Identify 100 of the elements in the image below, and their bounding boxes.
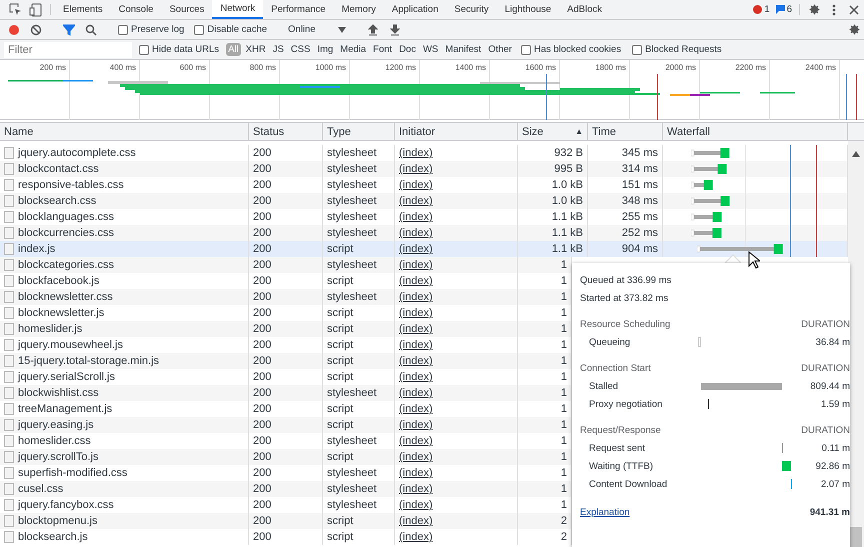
initiator-link[interactable]: (index)	[399, 355, 433, 367]
filter-field[interactable]: Filter	[4, 42, 132, 58]
time-value: 252 ms	[622, 227, 658, 239]
type-filter[interactable]: Media	[338, 43, 368, 56]
initiator-link[interactable]: (index)	[399, 387, 433, 399]
panel-tab[interactable]: Memory	[334, 0, 384, 19]
waterfall-bar	[691, 180, 716, 190]
initiator-link[interactable]: (index)	[399, 259, 433, 271]
panel-tab[interactable]: Console	[110, 0, 162, 19]
caret-icon[interactable]	[338, 26, 346, 32]
resource-type: stylesheet	[327, 195, 377, 207]
request-row[interactable]: blockcategories.css 200 stylesheet (index) 1	[0, 257, 572, 273]
error-icon[interactable]	[753, 5, 762, 14]
blocked-cookies-checkbox[interactable]: Has blocked cookies	[516, 44, 626, 55]
scroll-thumb[interactable]	[850, 527, 862, 547]
request-row[interactable]: jquery.easing.js 200 script (index) 1	[0, 417, 572, 433]
request-row[interactable]: index.js 200 script (index) 1.1 kB 904 ms	[0, 241, 848, 257]
type-filter[interactable]: CSS	[288, 43, 312, 56]
initiator-link[interactable]: (index)	[399, 499, 433, 511]
hide-data-urls-checkbox[interactable]: Hide data URLs	[135, 44, 224, 55]
initiator-link[interactable]: (index)	[399, 195, 433, 207]
initiator-link[interactable]: (index)	[399, 451, 433, 463]
error-count[interactable]: 1	[764, 4, 770, 15]
blocked-requests-checkbox[interactable]: Blocked Requests	[628, 44, 726, 55]
resource-type: script	[327, 419, 354, 431]
column-header[interactable]: Time	[592, 126, 616, 138]
type-filter[interactable]: WS	[420, 43, 440, 56]
request-row[interactable]: blockcurrencies.css 200 stylesheet (index) 1.1 kB 252 ms	[0, 225, 848, 241]
initiator-link[interactable]: (index)	[399, 515, 433, 527]
request-row[interactable]: cusel.css 200 stylesheet (index) 1	[0, 481, 572, 497]
column-header[interactable]: Status	[253, 126, 284, 138]
size-value: 1	[560, 339, 567, 351]
type-filter[interactable]: XHR	[244, 43, 268, 56]
panel-tab[interactable]: AdBlock	[559, 0, 610, 19]
request-row[interactable]: blocktopmenu.js 200 script (index) 2	[0, 513, 572, 529]
column-header[interactable]: Size	[522, 126, 544, 138]
request-row[interactable]: homeslider.js 200 script (index) 1	[0, 321, 572, 337]
resource-type: stylesheet	[327, 291, 377, 303]
sort-icon: ▲	[575, 127, 583, 136]
started-time: Started at 373.82 ms	[580, 292, 670, 306]
initiator-link[interactable]: (index)	[399, 307, 433, 319]
message-icon[interactable]	[776, 5, 785, 14]
disable-cache-checkbox[interactable]: Disable cache	[190, 24, 272, 35]
initiator-link[interactable]: (index)	[399, 339, 433, 351]
panel-tab[interactable]: Network	[212, 0, 264, 19]
message-count[interactable]: 6	[786, 4, 792, 15]
scrollbar[interactable]	[848, 141, 864, 547]
time-tick: 1600 ms	[525, 62, 557, 72]
panel-tab[interactable]: Application	[384, 0, 446, 19]
request-row[interactable]: jquery.scrollTo.js 200 script (index) 1	[0, 449, 572, 465]
request-row[interactable]: blockcontact.css 200 stylesheet (index) 995 B 314 ms	[0, 161, 848, 177]
initiator-link[interactable]: (index)	[399, 531, 433, 543]
phase-duration: 0.11 m	[822, 442, 850, 454]
request-row[interactable]: 15-jquery.total-storage.min.js 200 script (index) 1	[0, 353, 572, 369]
initiator-link[interactable]: (index)	[399, 147, 433, 159]
type-filter[interactable]: Other	[486, 43, 514, 56]
initiator-link[interactable]: (index)	[399, 291, 433, 303]
column-header[interactable]: Waterfall	[667, 126, 710, 138]
request-row[interactable]: blocknewsletter.css 200 stylesheet (index) 1	[0, 289, 572, 305]
initiator-link[interactable]: (index)	[399, 163, 433, 175]
initiator-link[interactable]: (index)	[399, 275, 433, 287]
request-row[interactable]: blockwishlist.css 200 stylesheet (index) 1	[0, 385, 572, 401]
panel-tab[interactable]: Security	[446, 0, 497, 19]
initiator-link[interactable]: (index)	[399, 467, 433, 479]
initiator-link[interactable]: (index)	[399, 435, 433, 447]
initiator-link[interactable]: (index)	[399, 211, 433, 223]
time-value: 151 ms	[622, 179, 658, 191]
file-icon	[4, 307, 14, 319]
initiator-link[interactable]: (index)	[399, 371, 433, 383]
column-header[interactable]: Name	[4, 126, 34, 138]
preserve-log-checkbox[interactable]: Preserve log	[114, 24, 188, 35]
status-code: 200	[253, 403, 272, 415]
initiator-link[interactable]: (index)	[399, 419, 433, 431]
time-tick: 600 ms	[180, 62, 207, 72]
type-filter[interactable]: Img	[315, 43, 336, 56]
initiator-link[interactable]: (index)	[399, 403, 433, 415]
panel-tab[interactable]: Performance	[263, 0, 334, 19]
resource-type: stylesheet	[327, 499, 377, 511]
time-value: 345 ms	[622, 147, 658, 159]
type-filter[interactable]: Font	[371, 43, 394, 56]
initiator-link[interactable]: (index)	[399, 483, 433, 495]
request-row[interactable]: blocksearch.css 200 stylesheet (index) 1.0 kB 348 ms	[0, 193, 848, 209]
column-header[interactable]: Initiator	[399, 126, 436, 138]
scroll-up-icon[interactable]	[852, 151, 860, 157]
type-filter[interactable]: Manifest	[443, 43, 484, 56]
panel-tab[interactable]: Sources	[161, 0, 212, 19]
initiator-link[interactable]: (index)	[399, 243, 433, 255]
file-name: blocknewsletter.js	[18, 307, 104, 319]
column-header[interactable]: Type	[327, 126, 351, 138]
initiator-link[interactable]: (index)	[399, 179, 433, 191]
initiator-link[interactable]: (index)	[399, 227, 433, 239]
panel-tab[interactable]: Lighthouse	[496, 0, 560, 19]
throttling-dropdown[interactable]: Online	[288, 24, 316, 35]
initiator-link[interactable]: (index)	[399, 323, 433, 335]
type-filter[interactable]: Doc	[397, 43, 418, 56]
type-filter[interactable]: JS	[270, 43, 286, 56]
status-code: 200	[253, 419, 272, 431]
explanation-link[interactable]: Explanation	[580, 503, 630, 521]
file-name: blockcategories.css	[18, 259, 114, 271]
panel-tab[interactable]: Elements	[55, 0, 111, 19]
